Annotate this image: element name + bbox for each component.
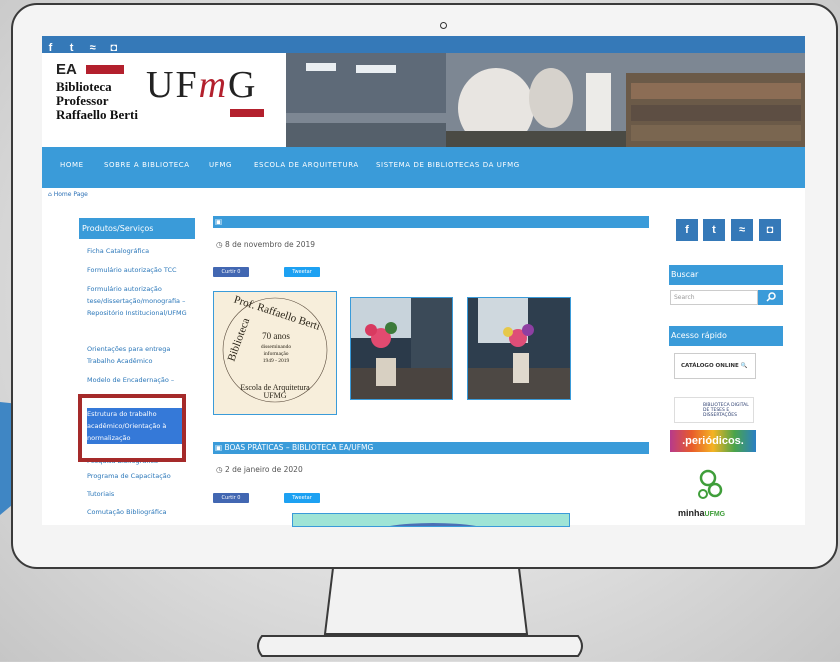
library-name: Biblioteca Professor Raffaello Berti [56,80,138,122]
sidebar-item-orientacoes[interactable]: Orientações para entrega Trabalho Acadêm… [87,343,189,367]
sidebar-item-encadernacao[interactable]: Modelo de Encadernação – Biblioteca EA/U… [87,374,189,386]
twitter-icon[interactable]: t [703,219,725,241]
seal-ufmg: UFMG [263,391,286,400]
seal-line-3: informação [263,350,288,357]
seal-line-1: 70 anos [262,331,290,341]
post-date-2: ◷ 2 de janeiro de 2020 [216,465,303,474]
library-line-2: Professor [56,93,109,108]
monitor-base [257,635,583,657]
clock-icon: ◷ [216,240,225,249]
bdtd-link[interactable]: BIBLIOTECA DIGITAL DE TESES E DISSERTAÇÕ… [674,397,754,423]
banner-illustration [286,53,805,147]
post-date-text-1: 8 de novembro de 2019 [224,240,316,249]
ea-label: EA [56,61,77,78]
search-button[interactable] [758,290,783,305]
nav-sistema[interactable]: SISTEMA DE BIBLIOTECAS DA UFMG [376,161,520,169]
webcam-icon [440,22,447,29]
catalogo-label: CATÁLOGO ONLINE [681,363,739,369]
nav-home[interactable]: HOME [60,161,84,169]
facebook-icon[interactable]: f [676,219,698,241]
anniversary-seal-image[interactable]: Prof. Raffaello Berti Biblioteca 70 anos… [213,291,337,415]
ufmg-red-bar [230,109,264,117]
post-title-2[interactable]: BOAS PRÁTICAS – BIBLIOTECA EA/UFMG [224,443,373,452]
products-sidebar: Produtos/Serviços Ficha Catalográfica Fo… [79,218,195,525]
breadcrumb[interactable]: ⌂ Home Page [48,191,88,198]
site-header: EA Biblioteca Professor Raffaello Berti … [42,53,805,147]
ufmg-u: UF [146,64,199,106]
seal-line-4: 1949 - 2019 [263,358,290,364]
bdtd-label: BIBLIOTECA DIGITAL DE TESES E DISSERTAÇÕ… [703,403,749,418]
minha-ufmg-logo-icon [698,469,723,499]
flowers-photo-2[interactable] [467,297,571,400]
catalogo-online-link[interactable]: CATÁLOGO ONLINE 🔍 [674,353,756,379]
ufmg-logo: UFmG [146,63,257,107]
seal-ring-left: Biblioteca [226,316,253,363]
buscar-title: Buscar [669,265,783,285]
image-icon: ▣ [215,217,223,226]
flowers-photo-illustration-1 [351,298,452,399]
seal-line-2: disseminando [261,344,291,350]
sidebar-item-form-tcc[interactable]: Formulário autorização TCC [87,264,189,276]
search-input[interactable]: Search [670,290,758,305]
seal-illustration: Prof. Raffaello Berti Biblioteca 70 anos… [222,294,328,403]
post-title-bar-2[interactable]: ▣ BOAS PRÁTICAS – BIBLIOTECA EA/UFMG [213,442,649,454]
library-line-3: Raffaello Berti [56,107,138,122]
tweet-button-2[interactable]: Tweetar [284,493,320,503]
sidebar-item-comutacao[interactable]: Comutação Bibliográfica [87,506,189,518]
flowers-photo-illustration-2 [468,298,570,399]
minha-ufmg-label: minhaUFMG [670,508,756,518]
boas-praticas-illustration [390,523,476,526]
nav-sobre[interactable]: SOBRE A BIBLIOTECA [104,161,190,169]
nav-ufmg[interactable]: UFMG [209,161,232,169]
like-button-2[interactable]: Curtir 0 [213,493,249,503]
magnifier-icon: 🔍 [740,363,748,369]
sidebar-item-ficha[interactable]: Ficha Catalográfica [87,245,189,257]
minha-ufmg-link[interactable]: minhaUFMG [670,460,756,524]
library-logo[interactable]: EA Biblioteca Professor Raffaello Berti … [42,53,286,147]
monitor-stand [323,568,529,635]
acesso-rapido-title: Acesso rápido [669,326,783,346]
ea-red-bar [86,65,124,74]
sidebar-item-tutoriais[interactable]: Tutoriais [87,488,189,500]
ufmg-m: m [198,64,229,106]
boas-praticas-image[interactable] [292,513,570,527]
tweet-button-1[interactable]: Tweetar [284,267,320,277]
post-title-bar-1[interactable]: ▣ [213,216,649,228]
ufmg-word: UFMG [704,511,726,518]
minha-word: minha [678,508,705,518]
sidebar-title: Produtos/Serviços [79,218,195,239]
nav-escola[interactable]: ESCOLA DE ARQUITETURA [254,161,359,169]
instagram-icon[interactable]: ◘ [759,219,781,241]
library-line-1: Biblioteca [56,79,112,94]
callout-highlight-box [78,394,186,462]
flowers-photo-1[interactable] [350,297,453,400]
like-button-1[interactable]: Curtir 0 [213,267,249,277]
clock-icon: ◷ [216,465,225,474]
sidebar-item-capacitacao[interactable]: Programa de Capacitação [87,470,189,482]
main-nav: HOME SOBRE A BIBLIOTECA UFMG ESCOLA DE A… [42,147,805,188]
periodicos-link[interactable]: .periódicos. [670,430,756,452]
post-date-text-2: 2 de janeiro de 2020 [224,465,303,474]
post-date-1: ◷ 8 de novembro de 2019 [216,240,315,249]
header-banner-photo [286,53,805,147]
social-strip: f t ≈ ◘ [42,36,805,54]
ufmg-g: G [228,64,258,106]
search-icon [766,292,776,302]
rss-icon[interactable]: ≈ [731,219,753,241]
sidebar-item-form-repositorio[interactable]: Formulário autorização tese/dissertação/… [87,283,189,319]
